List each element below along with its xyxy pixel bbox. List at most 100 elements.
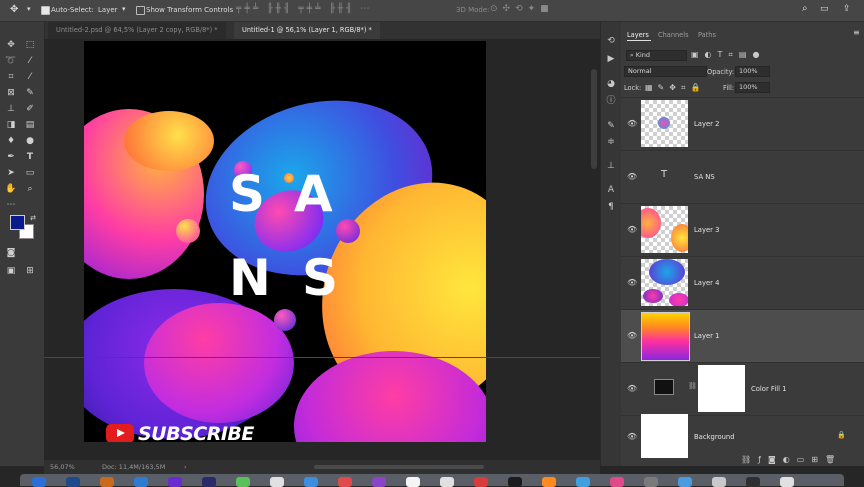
layer-name[interactable]: Background [694,433,735,441]
pen-tool-icon[interactable]: ✒ [5,151,17,163]
fill-input[interactable]: 100% [735,82,770,93]
filter-kind-dropdown[interactable]: ⌕ Kind [626,50,687,61]
visibility-eye-icon[interactable]: 👁 [627,331,637,340]
dodge-tool-icon[interactable]: ● [24,135,36,147]
3d-mode-icons[interactable]: ⊙✣⟲✦■ [490,4,554,14]
crop-tool-icon[interactable]: ⌗ [5,71,17,83]
panel-icon-strip: ⟲ ▶ ◕ ⓘ ✎ ≑ ⊥ A ¶ [600,22,621,466]
align-icons[interactable]: ╤╪╧ ╟╫╢ ╤╪╧ ╟╫╢ ⋯ [236,4,372,14]
layer-name[interactable]: SA NS [694,173,715,181]
layer-row-background[interactable]: 👁 Background 🔒 [621,414,864,458]
link-icon[interactable]: ⛓ [688,382,697,390]
tab-untitled-1[interactable]: Untitled-1 @ 56,1% (Layer 1, RGB/8*) * [234,22,380,39]
tool-options-icon[interactable]: ⊞ [24,265,36,277]
paragraph-icon[interactable]: ¶ [605,201,617,213]
hand-tool-icon[interactable]: ✋ [5,183,17,195]
share-icon[interactable]: ⇪ [843,4,851,14]
layer-row-layer-3[interactable]: 👁 Layer 3 [621,203,864,256]
type-tool-icon[interactable]: T [24,151,36,163]
layer-name[interactable]: Color Fill 1 [751,385,786,393]
stamp-tool-icon[interactable]: ⊥ [5,103,17,115]
visibility-eye-icon[interactable]: 👁 [627,278,637,287]
options-bar: ✥ ▾ Auto-Select: Layer ▾ Show Transform … [0,0,864,22]
marquee-tool-icon[interactable]: ⬚ [24,39,36,51]
quick-mask-icon[interactable]: ◙ [5,247,17,259]
guide-line[interactable] [44,357,600,358]
clone-source-icon[interactable]: ⊥ [605,160,617,172]
lasso-tool-icon[interactable]: ➰ [5,55,17,67]
blur-tool-icon[interactable]: ♦ [5,135,17,147]
more-tools-icon[interactable]: ⋯ [5,199,17,211]
gradient-tool-icon[interactable]: ▤ [24,119,36,131]
history-icon[interactable]: ⟲ [605,35,617,47]
fill-adjustment-icon [654,379,674,395]
layer-thumbnail [641,312,690,361]
adjustments-icon[interactable]: ≑ [605,136,617,148]
layer-row-color-fill-1[interactable]: 👁 ⛓ Color Fill 1 [621,362,864,415]
layer-row-sa-ns[interactable]: 👁 T SA NS [621,150,864,203]
auto-select-checkbox[interactable] [41,6,50,15]
healing-tool-icon[interactable]: ✎ [24,87,36,99]
layer-name[interactable]: Layer 3 [694,226,719,234]
chevron-down-icon[interactable]: ▾ [27,5,31,13]
lock-icon[interactable]: 🔒 [837,431,846,439]
layer-name[interactable]: Layer 2 [694,120,719,128]
opacity-input[interactable]: 100% [735,66,770,77]
character-icon[interactable]: A [605,184,617,196]
layer-row-layer-2[interactable]: 👁 Layer 2 [621,97,864,150]
layer-action-icons[interactable]: ⛓ƒ◙◐▭⊞🗑 [741,455,842,464]
foreground-color-swatch[interactable] [10,215,25,230]
color-icon[interactable]: ◕ [605,78,617,90]
info-icon[interactable]: ⓘ [605,95,617,107]
auto-select-target-dropdown[interactable]: Layer [98,6,118,14]
tab-layers[interactable]: Layers [627,31,649,39]
layer-row-layer-1[interactable]: 👁 Layer 1 [621,309,864,362]
screen-mode-icon[interactable]: ▣ [5,265,17,277]
rectangle-tool-icon[interactable]: ▭ [24,167,36,179]
blend-mode-value: Normal [628,67,652,75]
search-icon[interactable]: ⌕ [802,3,808,14]
blend-mode-dropdown[interactable]: Normal [624,66,707,77]
artwork-letter: S [302,249,339,307]
path-select-tool-icon[interactable]: ➤ [5,167,17,179]
tab-untitled-2[interactable]: Untitled-2.psd @ 64,5% (Layer 2 copy, RG… [48,22,226,39]
quick-select-tool-icon[interactable]: ⁄ [24,55,36,67]
layers-panel: Layers Channels Paths ≡ ⌕ Kind ▣◐T⌗▤● No… [621,22,864,466]
frame-tool-icon[interactable]: ⊠ [5,87,17,99]
eraser-tool-icon[interactable]: ◨ [5,119,17,131]
zoom-level[interactable]: 56,07% [50,463,75,471]
move-icon[interactable]: ✥ [10,4,18,15]
tab-channels[interactable]: Channels [658,31,689,39]
visibility-eye-icon[interactable]: 👁 [627,119,637,128]
workspace-icon[interactable]: ▭ [820,4,829,14]
horizontal-scrollbar[interactable] [314,465,484,469]
layer-name[interactable]: Layer 1 [694,332,719,340]
vertical-scrollbar[interactable] [591,69,597,169]
brush-settings-icon[interactable]: ✎ [605,120,617,132]
document-canvas[interactable]: S A N S SUBSCRIBE [84,41,486,442]
canvas-workspace[interactable]: S A N S SUBSCRIBE [44,39,600,460]
visibility-eye-icon[interactable]: 👁 [627,225,637,234]
swap-colors-icon[interactable]: ⇄ [27,212,39,224]
tab-label: Untitled-1 @ 56,1% (Layer 1, RGB/8*) * [242,26,372,34]
visibility-eye-icon[interactable]: 👁 [627,172,637,181]
visibility-eye-icon[interactable]: 👁 [627,432,637,441]
layers-panel-footer: ⛓ƒ◙◐▭⊞🗑 [621,455,864,466]
transform-controls-checkbox[interactable] [136,6,145,15]
zoom-tool-icon[interactable]: ⌕ [24,183,36,195]
chevron-right-icon[interactable]: › [184,463,187,471]
filter-type-icons[interactable]: ▣◐T⌗▤● [691,50,765,60]
subscribe-text: SUBSCRIBE [138,423,254,442]
lock-icons[interactable]: ▦✎✥⌗🔒 [645,83,705,93]
actions-play-icon[interactable]: ▶ [605,53,617,65]
visibility-eye-icon[interactable]: 👁 [627,384,637,393]
layer-mask-thumbnail[interactable] [698,365,745,412]
panel-menu-icon[interactable]: ≡ [853,28,860,37]
layer-row-layer-4[interactable]: 👁 Layer 4 [621,256,864,309]
layer-name[interactable]: Layer 4 [694,279,719,287]
tab-paths[interactable]: Paths [698,31,716,39]
brush-tool-icon[interactable]: ✐ [24,103,36,115]
move-tool-icon[interactable]: ✥ [5,39,17,51]
eyedropper-tool-icon[interactable]: ⁄ [24,71,36,83]
chevron-down-icon[interactable]: ▾ [122,5,126,13]
